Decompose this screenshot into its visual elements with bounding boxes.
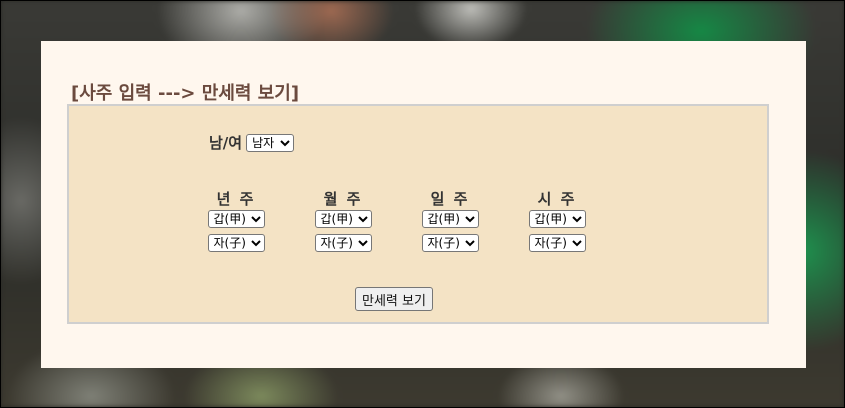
year-branch-select[interactable]: 자(子) [207,234,265,252]
day-stem-select[interactable]: 갑(甲) [421,210,479,228]
month-stem-select[interactable]: 갑(甲) [314,210,372,228]
hour-stem-select[interactable]: 갑(甲) [528,210,586,228]
pillar-day: 일 주 갑(甲) 자(子) [421,189,479,258]
gender-select[interactable]: 남자 [246,133,295,152]
month-branch-select[interactable]: 자(子) [314,234,372,252]
pillar-year-label: 년 주 [216,190,256,208]
pillar-month: 월 주 갑(甲) 자(子) [314,189,372,258]
pillar-hour: 시 주 갑(甲) 자(子) [528,189,586,258]
gender-label: 남/여 [209,134,243,152]
pillar-hour-label: 시 주 [537,190,577,208]
pillar-month-label: 월 주 [323,190,363,208]
view-manseryeok-button[interactable]: 만세력 보기 [355,287,433,311]
pillar-year: 년 주 갑(甲) 자(子) [207,189,265,258]
hour-branch-select[interactable]: 자(子) [528,234,586,252]
saju-form: 남/여 남자 년 주 갑(甲) 자(子) 월 주 갑(甲) 자(子) 일 주 갑… [67,104,769,324]
year-stem-select[interactable]: 갑(甲) [207,210,265,228]
gender-row: 남/여 남자 [209,132,295,153]
pillar-day-label: 일 주 [430,190,470,208]
page-title: [사주 입력 ---> 만세력 보기] [71,83,300,104]
day-branch-select[interactable]: 자(子) [421,234,479,252]
window-frame: [사주 입력 ---> 만세력 보기] 남/여 남자 년 주 갑(甲) 자(子)… [0,0,845,408]
saju-panel: [사주 입력 ---> 만세력 보기] 남/여 남자 년 주 갑(甲) 자(子)… [41,41,806,368]
